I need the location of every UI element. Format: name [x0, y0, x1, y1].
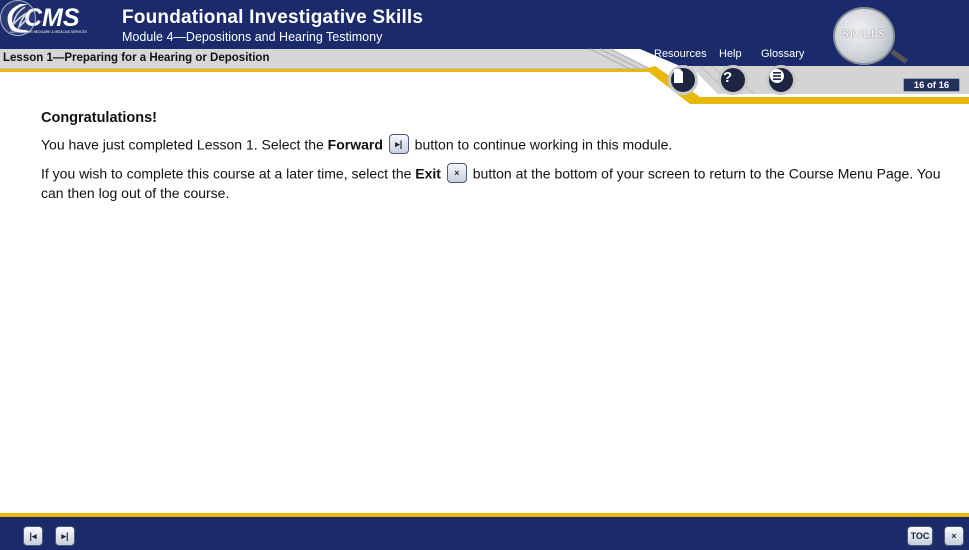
close-icon: ×: [951, 531, 957, 541]
back-button[interactable]: |◂: [23, 526, 43, 546]
glossary-button[interactable]: [766, 65, 796, 95]
page-counter: 16 of 16: [903, 78, 960, 92]
module-title: Module 4—Depositions and Hearing Testimo…: [122, 30, 383, 44]
list-icon: [770, 69, 784, 83]
p2-before: If you wish to complete this course at a…: [41, 165, 416, 182]
forward-instruction: You have just completed Lesson 1. Select…: [41, 134, 941, 156]
resources-label: Resources: [654, 48, 707, 60]
resources-button[interactable]: [668, 65, 698, 95]
exit-word: Exit: [415, 165, 441, 182]
header: CMS CENTERS FOR MEDICARE & MEDICAID SERV…: [0, 0, 969, 105]
forward-button[interactable]: ▸|: [55, 526, 75, 546]
course-title: Foundational Investigative Skills: [122, 7, 424, 28]
question-mark-icon: ?: [723, 69, 732, 84]
forward-icon-inline: ▸|: [388, 134, 409, 154]
hhs-eagle-logo: [0, 0, 36, 36]
p1-after: button to continue working in this modul…: [410, 136, 673, 153]
step-backward-icon: |◂: [29, 530, 37, 541]
svg-text:?: ?: [723, 69, 732, 84]
footer-bar: [0, 517, 969, 550]
skills-badge-text: SKILLS: [842, 28, 886, 40]
close-icon-inline: ×: [446, 163, 467, 183]
forward-word: Forward: [327, 136, 383, 153]
glossary-label: Glossary: [761, 48, 805, 60]
document-icon: [674, 69, 683, 83]
toc-button[interactable]: TOC: [907, 526, 933, 546]
lesson-title: Lesson 1—Preparing for a Hearing or Depo…: [3, 52, 270, 64]
skills-badge: SKILLS: [833, 7, 895, 65]
exit-instruction: If you wish to complete this course at a…: [41, 163, 941, 202]
congrats-heading: Congratulations!: [41, 110, 157, 126]
exit-button[interactable]: ×: [944, 526, 964, 546]
lesson-content: Congratulations! You have just completed…: [41, 110, 941, 202]
step-forward-icon: ▸|: [61, 530, 69, 541]
p1-before: You have just completed Lesson 1. Select…: [41, 136, 328, 153]
help-label: Help: [719, 48, 742, 60]
help-button[interactable]: ?: [718, 65, 748, 95]
toc-label: TOC: [910, 531, 930, 541]
